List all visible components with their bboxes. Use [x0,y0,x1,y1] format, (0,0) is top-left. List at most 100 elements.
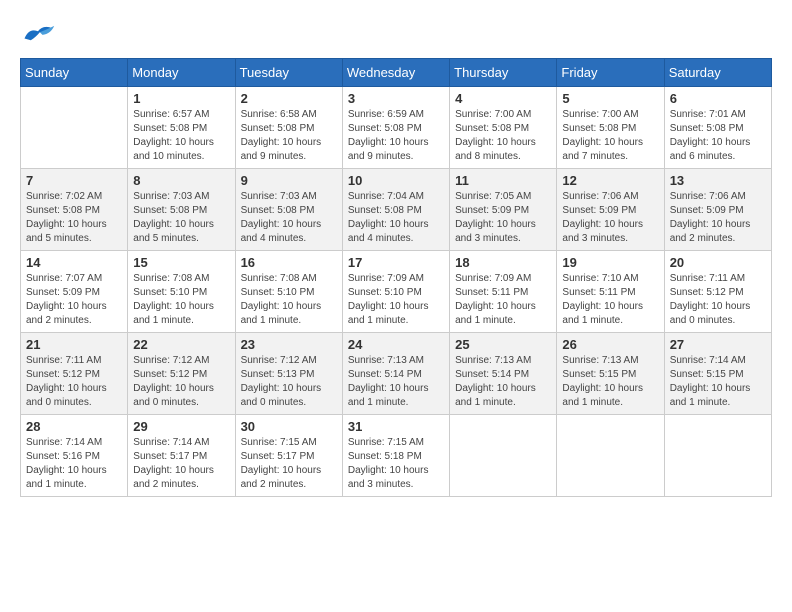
calendar-cell: 16 Sunrise: 7:08 AM Sunset: 5:10 PM Dayli… [235,251,342,333]
day-number: 8 [133,173,229,188]
calendar-cell: 11 Sunrise: 7:05 AM Sunset: 5:09 PM Dayli… [450,169,557,251]
calendar-cell: 20 Sunrise: 7:11 AM Sunset: 5:12 PM Dayli… [664,251,771,333]
calendar-cell: 31 Sunrise: 7:15 AM Sunset: 5:18 PM Dayli… [342,415,449,497]
day-info: Sunrise: 7:06 AM Sunset: 5:09 PM Dayligh… [670,190,766,246]
header-cell-tuesday: Tuesday [235,59,342,87]
day-number: 18 [455,255,551,270]
week-row-1: 1 Sunrise: 6:57 AM Sunset: 5:08 PM Daylig… [21,87,772,169]
calendar-cell: 14Sunrise: 7:07 AM Sunset: 5:09 PM Dayli… [21,251,128,333]
calendar-header: SundayMondayTuesdayWednesdayThursdayFrid… [21,59,772,87]
calendar-cell: 26 Sunrise: 7:13 AM Sunset: 5:15 PM Dayli… [557,333,664,415]
day-number: 26 [562,337,658,352]
day-number: 2 [241,91,337,106]
day-number: 24 [348,337,444,352]
day-number: 1 [133,91,229,106]
calendar-cell: 12Sunrise: 7:06 AM Sunset: 5:09 PM Dayli… [557,169,664,251]
day-number: 15 [133,255,229,270]
day-info: Sunrise: 7:01 AM Sunset: 5:08 PM Dayligh… [670,108,766,164]
day-info: Sunrise: 7:11 AM Sunset: 5:12 PM Dayligh… [670,272,766,328]
week-row-3: 14Sunrise: 7:07 AM Sunset: 5:09 PM Dayli… [21,251,772,333]
header-cell-saturday: Saturday [664,59,771,87]
day-number: 4 [455,91,551,106]
calendar-cell [557,415,664,497]
day-number: 3 [348,91,444,106]
calendar-cell: 15 Sunrise: 7:08 AM Sunset: 5:10 PM Dayli… [128,251,235,333]
day-info: Sunrise: 7:08 AM Sunset: 5:10 PM Dayligh… [241,272,337,328]
day-number: 27 [670,337,766,352]
day-number: 17 [348,255,444,270]
day-info: Sunrise: 7:13 AM Sunset: 5:14 PM Dayligh… [455,354,551,410]
week-row-4: 21 Sunrise: 7:11 AM Sunset: 5:12 PM Dayli… [21,333,772,415]
header-row: SundayMondayTuesdayWednesdayThursdayFrid… [21,59,772,87]
day-info: Sunrise: 7:06 AM Sunset: 5:09 PM Dayligh… [562,190,658,246]
calendar-cell: 22 Sunrise: 7:12 AM Sunset: 5:12 PM Dayli… [128,333,235,415]
day-number: 30 [241,419,337,434]
day-info: Sunrise: 7:15 AM Sunset: 5:18 PM Dayligh… [348,436,444,492]
day-number: 28 [26,419,122,434]
calendar-cell: 17 Sunrise: 7:09 AM Sunset: 5:10 PM Dayli… [342,251,449,333]
day-info: Sunrise: 6:59 AM Sunset: 5:08 PM Dayligh… [348,108,444,164]
day-number: 16 [241,255,337,270]
header-cell-sunday: Sunday [21,59,128,87]
calendar-cell: 7 Sunrise: 7:02 AM Sunset: 5:08 PM Daylig… [21,169,128,251]
day-info: Sunrise: 7:05 AM Sunset: 5:09 PM Dayligh… [455,190,551,246]
calendar-cell: 13 Sunrise: 7:06 AM Sunset: 5:09 PM Dayli… [664,169,771,251]
day-info: Sunrise: 7:14 AM Sunset: 5:16 PM Dayligh… [26,436,122,492]
calendar-cell: 9Sunrise: 7:03 AM Sunset: 5:08 PM Daylig… [235,169,342,251]
day-info: Sunrise: 7:11 AM Sunset: 5:12 PM Dayligh… [26,354,122,410]
day-number: 29 [133,419,229,434]
calendar-cell: 18Sunrise: 7:09 AM Sunset: 5:11 PM Dayli… [450,251,557,333]
calendar-cell: 28 Sunrise: 7:14 AM Sunset: 5:16 PM Dayli… [21,415,128,497]
calendar-cell: 8 Sunrise: 7:03 AM Sunset: 5:08 PM Daylig… [128,169,235,251]
header-cell-friday: Friday [557,59,664,87]
day-info: Sunrise: 7:13 AM Sunset: 5:15 PM Dayligh… [562,354,658,410]
calendar-cell [450,415,557,497]
day-info: Sunrise: 7:14 AM Sunset: 5:17 PM Dayligh… [133,436,229,492]
day-info: Sunrise: 7:13 AM Sunset: 5:14 PM Dayligh… [348,354,444,410]
calendar-cell: 4 Sunrise: 7:00 AM Sunset: 5:08 PM Daylig… [450,87,557,169]
day-number: 31 [348,419,444,434]
day-info: Sunrise: 7:09 AM Sunset: 5:10 PM Dayligh… [348,272,444,328]
day-number: 20 [670,255,766,270]
header-cell-thursday: Thursday [450,59,557,87]
day-number: 23 [241,337,337,352]
calendar-cell: 2 Sunrise: 6:58 AM Sunset: 5:08 PM Daylig… [235,87,342,169]
calendar-cell: 3 Sunrise: 6:59 AM Sunset: 5:08 PM Daylig… [342,87,449,169]
header-cell-monday: Monday [128,59,235,87]
day-number: 21 [26,337,122,352]
day-info: Sunrise: 7:10 AM Sunset: 5:11 PM Dayligh… [562,272,658,328]
day-number: 13 [670,173,766,188]
day-number: 22 [133,337,229,352]
day-info: Sunrise: 7:07 AM Sunset: 5:09 PM Dayligh… [26,272,122,328]
calendar-cell: 10 Sunrise: 7:04 AM Sunset: 5:08 PM Dayli… [342,169,449,251]
calendar-cell: 25 Sunrise: 7:13 AM Sunset: 5:14 PM Dayli… [450,333,557,415]
calendar-cell [21,87,128,169]
calendar-cell: 27Sunrise: 7:14 AM Sunset: 5:15 PM Dayli… [664,333,771,415]
day-info: Sunrise: 6:58 AM Sunset: 5:08 PM Dayligh… [241,108,337,164]
logo-bird-icon [20,20,56,48]
day-info: Sunrise: 7:02 AM Sunset: 5:08 PM Dayligh… [26,190,122,246]
day-info: Sunrise: 6:57 AM Sunset: 5:08 PM Dayligh… [133,108,229,164]
calendar-table: SundayMondayTuesdayWednesdayThursdayFrid… [20,58,772,497]
day-info: Sunrise: 7:08 AM Sunset: 5:10 PM Dayligh… [133,272,229,328]
calendar-cell: 23 Sunrise: 7:12 AM Sunset: 5:13 PM Dayli… [235,333,342,415]
day-number: 7 [26,173,122,188]
page-header [20,20,772,48]
day-info: Sunrise: 7:12 AM Sunset: 5:13 PM Dayligh… [241,354,337,410]
day-info: Sunrise: 7:04 AM Sunset: 5:08 PM Dayligh… [348,190,444,246]
day-info: Sunrise: 7:03 AM Sunset: 5:08 PM Dayligh… [133,190,229,246]
calendar-cell: 29 Sunrise: 7:14 AM Sunset: 5:17 PM Dayli… [128,415,235,497]
calendar-cell: 19 Sunrise: 7:10 AM Sunset: 5:11 PM Dayli… [557,251,664,333]
day-number: 10 [348,173,444,188]
day-number: 19 [562,255,658,270]
calendar-cell [664,415,771,497]
week-row-5: 28 Sunrise: 7:14 AM Sunset: 5:16 PM Dayli… [21,415,772,497]
calendar-cell: 21 Sunrise: 7:11 AM Sunset: 5:12 PM Dayli… [21,333,128,415]
day-number: 11 [455,173,551,188]
day-info: Sunrise: 7:00 AM Sunset: 5:08 PM Dayligh… [455,108,551,164]
day-info: Sunrise: 7:12 AM Sunset: 5:12 PM Dayligh… [133,354,229,410]
day-info: Sunrise: 7:15 AM Sunset: 5:17 PM Dayligh… [241,436,337,492]
calendar-cell: 6Sunrise: 7:01 AM Sunset: 5:08 PM Daylig… [664,87,771,169]
logo [20,20,62,48]
day-number: 25 [455,337,551,352]
